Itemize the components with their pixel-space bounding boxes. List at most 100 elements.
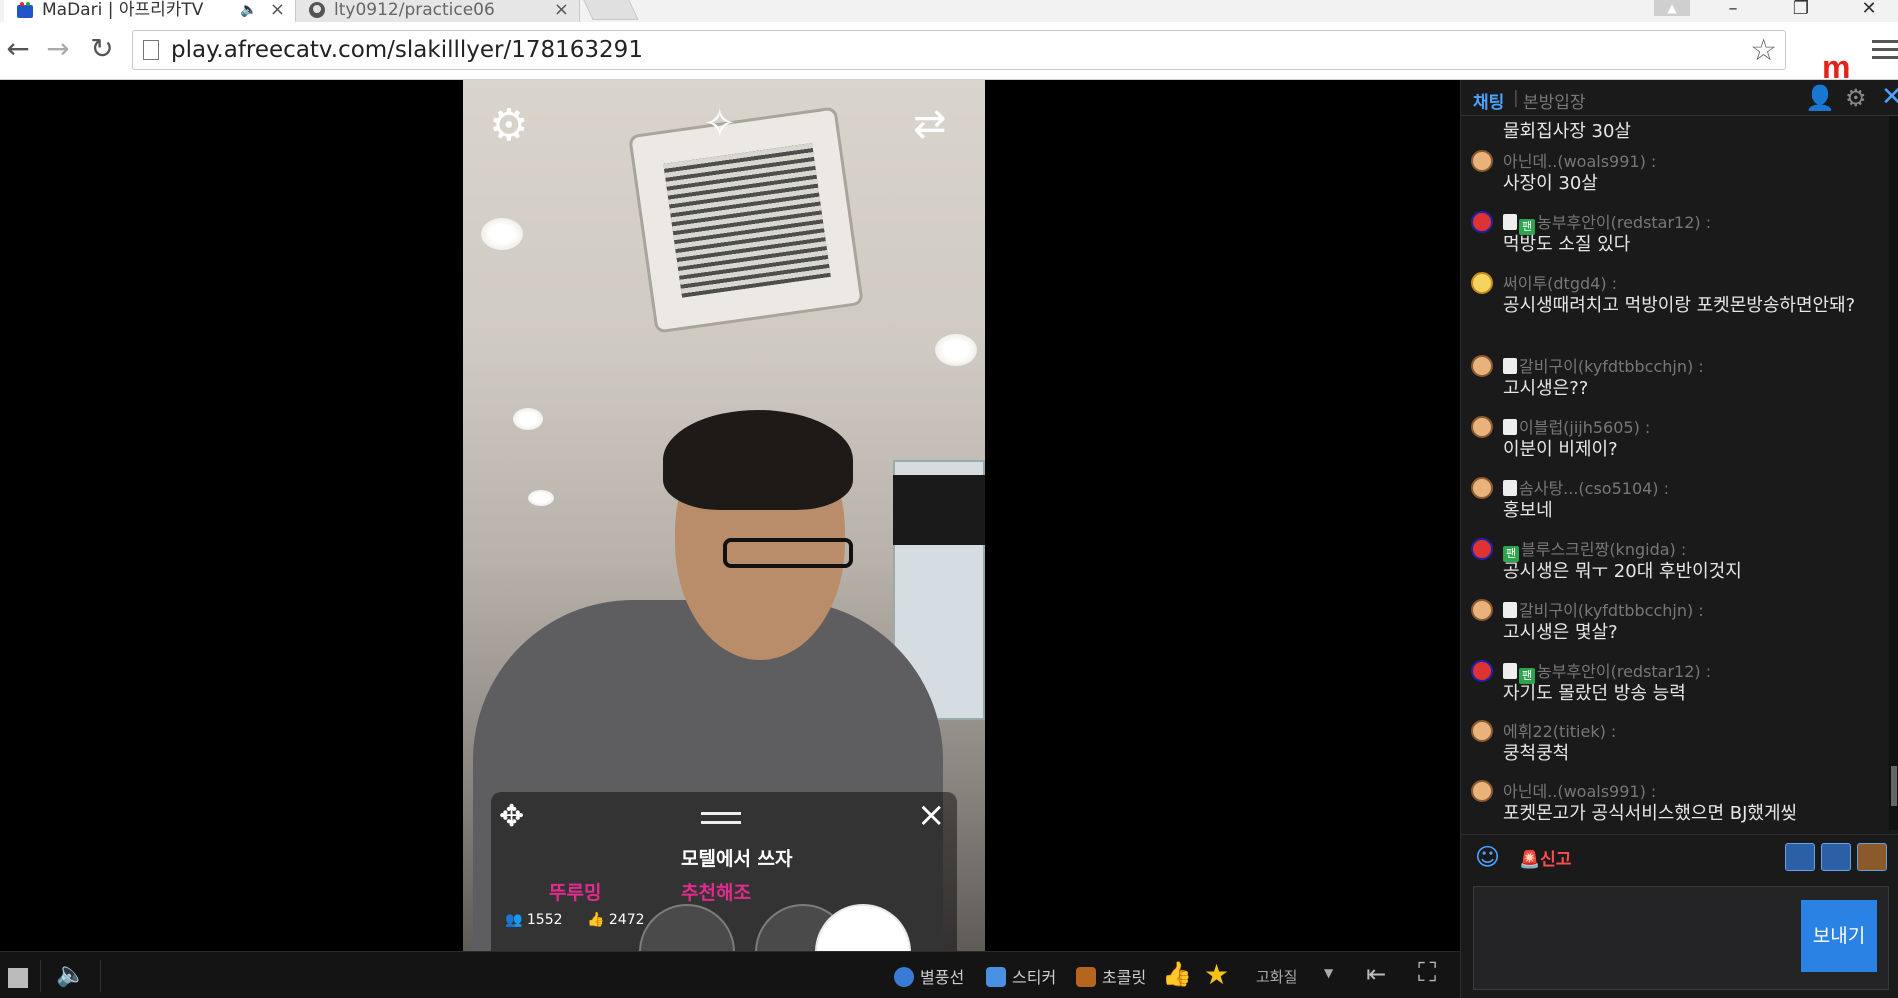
address-bar[interactable]: play.afreecatv.com/slakilllyer/178163291…: [132, 30, 1786, 70]
avatar: [1471, 538, 1493, 560]
volume-icon[interactable]: 🔈: [56, 960, 86, 988]
mobile-badge-icon: [1503, 419, 1517, 435]
back-icon[interactable]: ←: [2, 34, 34, 66]
fullscreen-icon[interactable]: ⛶: [1418, 958, 1436, 989]
star-balloon-button[interactable]: 별풍선: [894, 964, 964, 988]
mobile-badge-icon: [1503, 358, 1517, 374]
overlay-message: 모텔에서 쓰자: [681, 848, 793, 870]
exit-icon[interactable]: ⇤: [1366, 960, 1386, 988]
minimize-icon[interactable]: –: [1704, 0, 1762, 22]
extension-m-icon[interactable]: m: [1822, 51, 1850, 83]
chat-nickname[interactable]: 아닌데..(woals991) :: [1503, 148, 1656, 172]
chat-nickname[interactable]: 아닌데..(woals991) :: [1503, 778, 1656, 802]
chevron-down-icon[interactable]: ▼: [1324, 966, 1333, 980]
reload-icon[interactable]: ↻: [86, 34, 118, 66]
wall-tv: [893, 475, 985, 545]
avatar: [1471, 660, 1493, 682]
viewer-count: 👥 1552: [505, 912, 563, 928]
favorite-star-icon[interactable]: ★: [1204, 958, 1229, 991]
camera-button[interactable]: [639, 904, 735, 951]
profile-icon[interactable]: ▲: [1654, 0, 1690, 16]
close-chat-icon[interactable]: ✕: [1881, 82, 1898, 112]
stop-icon[interactable]: [8, 968, 28, 988]
afreecatv-favicon-icon: [17, 2, 33, 18]
chat-toolbar: ☺ 🚨신고: [1461, 834, 1898, 878]
avatar: [1471, 355, 1493, 377]
chat-message-list[interactable]: 물회집사장 30살 아닌데..(woals991) : 사장이 30살 팬 농부후…: [1461, 116, 1881, 830]
tab-title: MaDari | 아프리카TV: [42, 0, 204, 20]
avatar: [1471, 416, 1493, 438]
sticker-button[interactable]: 스티커: [986, 964, 1056, 988]
user-list-icon[interactable]: 👤: [1805, 84, 1835, 112]
chocolate-button[interactable]: 초콜릿: [1076, 964, 1146, 988]
tab-github[interactable]: lty0912/practice06 ×: [296, 0, 580, 22]
new-tab-button[interactable]: [583, 0, 639, 20]
chat-nickname[interactable]: 갈비구이(kyfdtbbcchjn) :: [1503, 597, 1704, 621]
report-button[interactable]: 🚨신고: [1519, 845, 1571, 870]
mobile-badge-icon: [1503, 602, 1517, 618]
tab-close-icon[interactable]: ×: [554, 0, 569, 20]
mobile-badge-icon: [1503, 480, 1517, 496]
chat-header: 채팅 | 본방입장 👤 ⚙ ✕: [1461, 80, 1898, 116]
page-icon: [143, 40, 159, 60]
video-frame[interactable]: ⚙ ✧ ⇄ ✥ × 모텔에서 쓰자 뚜루밍 추천해조 👥 1552 👍 2472: [463, 80, 985, 951]
chat-nickname[interactable]: 팬 농부후안이(redstar12) :: [1503, 658, 1711, 684]
browser-toolbar: ← → ↻ play.afreecatv.com/slakilllyer/178…: [0, 22, 1898, 83]
balloon-icon[interactable]: [1785, 843, 1815, 871]
chat-overlay-panel: ✥ × 모텔에서 쓰자 뚜루밍 추천해조 👥 1552 👍 2472: [491, 792, 957, 951]
thumbs-up-icon[interactable]: 👍: [1162, 960, 1192, 988]
ceiling-ac-unit: [628, 106, 864, 334]
tab-afreecatv[interactable]: MaDari | 아프리카TV 🔈 ×: [4, 0, 296, 22]
chat-panel: 채팅 | 본방입장 👤 ⚙ ✕ 물회집사장 30살 아닌데..(woals991…: [1460, 80, 1898, 998]
chat-settings-icon[interactable]: ⚙: [1845, 84, 1867, 112]
send-button[interactable]: 보내기: [1801, 900, 1877, 972]
close-window-icon[interactable]: ✕: [1840, 0, 1898, 22]
sticker-icon[interactable]: [1821, 843, 1851, 871]
move-icon[interactable]: ✥: [499, 802, 524, 832]
browser-tab-strip: MaDari | 아프리카TV 🔈 × lty0912/practice06 ×…: [0, 0, 1898, 22]
chat-nickname[interactable]: 에휘22(titiek) :: [1503, 718, 1616, 742]
chat-nickname[interactable]: 팬 블루스크린짱(kngida) :: [1503, 536, 1686, 562]
chat-scrollbar[interactable]: [1889, 116, 1898, 830]
glasses: [723, 538, 853, 568]
video-player[interactable]: ⚙ ✧ ⇄ ✥ × 모텔에서 쓰자 뚜루밍 추천해조 👥 1552 👍 2472: [0, 80, 1460, 951]
chocolate-icon[interactable]: [1857, 843, 1887, 871]
tab-close-icon[interactable]: ×: [270, 0, 285, 20]
tab-chat[interactable]: 채팅: [1473, 88, 1504, 113]
url-text[interactable]: play.afreecatv.com/slakilllyer/178163291: [171, 37, 643, 63]
tab-main-entry[interactable]: 본방입장: [1523, 88, 1586, 113]
mobile-badge-icon: [1503, 663, 1517, 679]
beauty-effect-icon[interactable]: ✧: [703, 104, 737, 144]
avatar: [1471, 272, 1493, 294]
drag-handle-icon[interactable]: [701, 812, 741, 830]
sticker-icon: [986, 967, 1006, 987]
emoticon-icon[interactable]: ☺: [1475, 843, 1500, 871]
chat-nickname[interactable]: 이블럽(jijh5605) :: [1503, 414, 1650, 438]
overlay-recommend: 추천해조: [681, 882, 751, 904]
avatar: [1471, 780, 1493, 802]
chat-nickname[interactable]: 써이투(dtgd4) :: [1503, 270, 1617, 294]
mobile-badge-icon: [1503, 214, 1517, 230]
bookmark-star-icon[interactable]: ☆: [1750, 33, 1777, 68]
avatar: [1471, 599, 1493, 621]
tab-title: lty0912/practice06: [334, 0, 495, 20]
chat-nickname[interactable]: 팬 농부후안이(redstar12) :: [1503, 209, 1711, 235]
like-count: 👍 2472: [587, 912, 645, 928]
avatar: [1471, 150, 1493, 172]
chat-nickname[interactable]: 솜사탕...(cso5104) :: [1503, 475, 1669, 499]
settings-gear-icon[interactable]: ⚙: [489, 104, 528, 148]
forward-icon[interactable]: →: [42, 34, 74, 66]
restore-icon[interactable]: ❐: [1772, 0, 1830, 22]
chat-nickname[interactable]: 갈비구이(kyfdtbbcchjn) :: [1503, 353, 1704, 377]
audio-playing-icon[interactable]: 🔈: [240, 0, 257, 20]
overlay-username: 뚜루밍: [549, 882, 602, 904]
quality-select[interactable]: 고화질: [1256, 966, 1297, 987]
avatar: [1471, 477, 1493, 499]
player-control-bar: 🔈 별풍선 스티커 초콜릿 👍 ★ 고화질 ▼ ⇤ ⛶: [0, 951, 1460, 998]
avatar: [1471, 211, 1493, 233]
switch-camera-icon[interactable]: ⇄: [913, 104, 947, 144]
avatar: [1471, 720, 1493, 742]
close-icon[interactable]: ×: [917, 798, 946, 832]
balloon-icon: [894, 967, 914, 987]
browser-menu-icon[interactable]: [1872, 40, 1898, 64]
